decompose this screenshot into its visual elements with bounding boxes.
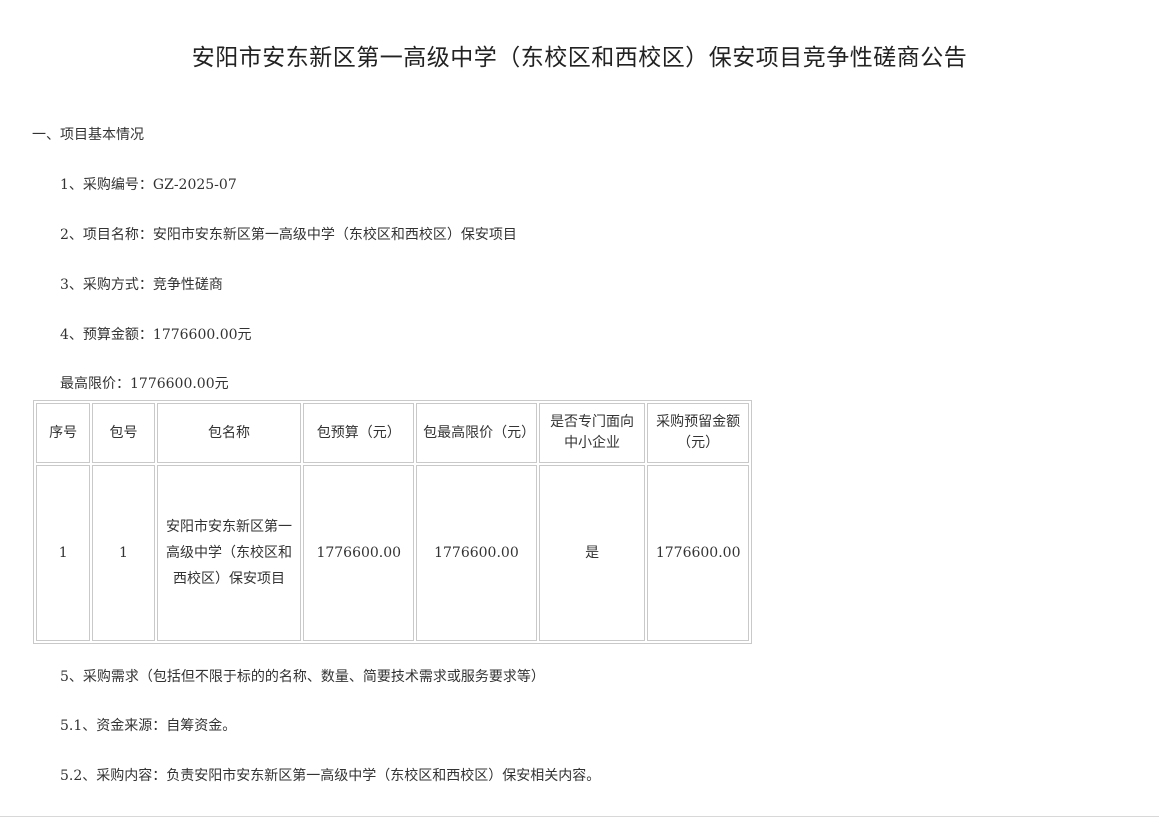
table-cell-package-no: 1: [92, 465, 155, 641]
procurement-method: 3、采购方式：竞争性磋商: [60, 277, 223, 293]
table-header-cell: 包号: [92, 403, 155, 463]
table-header-cell: 是否专门面向中小企业: [538, 403, 646, 463]
procurement-number: 1、采购编号：GZ-2025-07: [60, 177, 237, 193]
table-header-row: 序号 包号 包名称 包预算（元） 包最高限价（元） 是否专门面向中小企业 采购预…: [36, 403, 749, 463]
table-cell-package-name: 安阳市安东新区第一高级中学（东校区和西校区）保安项目: [156, 465, 302, 641]
table-cell-index: 1: [36, 465, 91, 641]
table-header-cell: 包预算（元）: [303, 403, 415, 463]
table-cell-budget: 1776600.00: [303, 465, 415, 641]
procurement-requirements: 5、采购需求（包括但不限于标的的名称、数量、简要技术需求或服务要求等）: [60, 669, 545, 685]
funding-source: 5.1、资金来源：自筹资金。: [60, 718, 237, 734]
page-divider: [0, 816, 1159, 817]
budget-amount: 4、预算金额：1776600.00元: [60, 327, 252, 343]
package-table: 序号 包号 包名称 包预算（元） 包最高限价（元） 是否专门面向中小企业 采购预…: [33, 400, 752, 644]
table-header-cell: 包名称: [156, 403, 302, 463]
table-header-cell: 包最高限价（元）: [416, 403, 537, 463]
table-cell-max-price: 1776600.00: [416, 465, 537, 641]
section-heading-basic-info: 一、项目基本情况: [32, 127, 144, 143]
procurement-content: 5.2、采购内容：负责安阳市安东新区第一高级中学（东校区和西校区）保安相关内容。: [60, 768, 601, 784]
project-name: 2、项目名称：安阳市安东新区第一高级中学（东校区和西校区）保安项目: [60, 227, 517, 243]
table-header-cell: 序号: [36, 403, 91, 463]
table-header-cell: 采购预留金额（元）: [647, 403, 749, 463]
page-title: 安阳市安东新区第一高级中学（东校区和西校区）保安项目竞争性磋商公告: [191, 45, 968, 71]
table-cell-reserved-amount: 1776600.00: [647, 465, 749, 641]
max-price: 最高限价：1776600.00元: [60, 376, 229, 392]
table-row: 1 1 安阳市安东新区第一高级中学（东校区和西校区）保安项目 1776600.0…: [36, 465, 749, 641]
table-cell-sme: 是: [538, 465, 646, 641]
